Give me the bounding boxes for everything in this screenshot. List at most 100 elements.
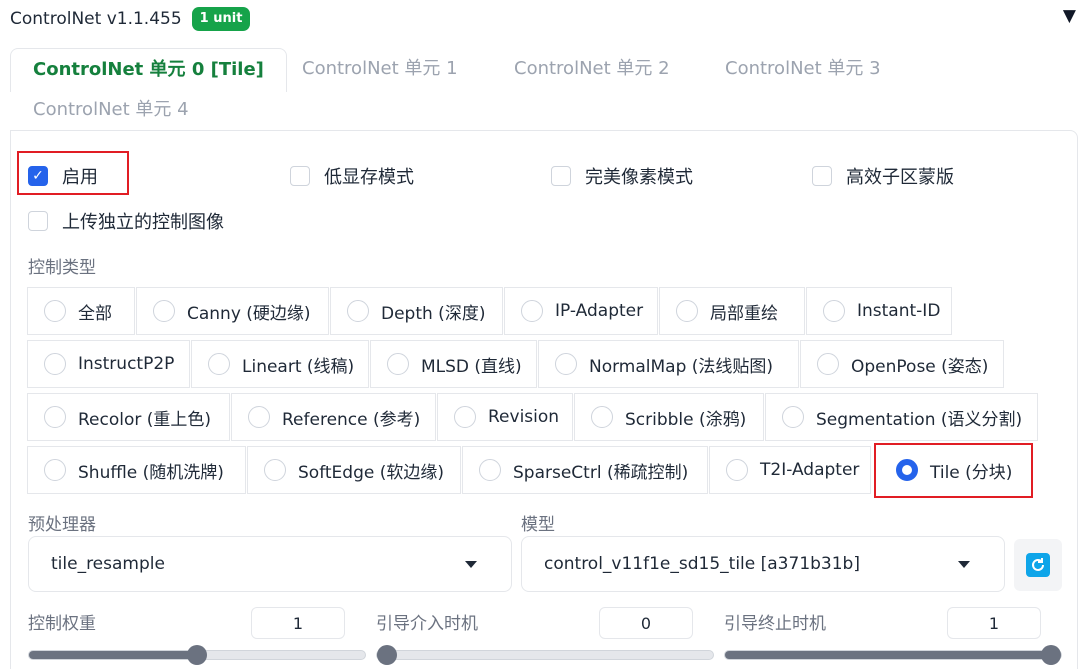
radio-circle bbox=[479, 459, 501, 481]
radio-reference[interactable]: Reference (参考) bbox=[231, 393, 436, 441]
efficient-mask-label: 高效子区蒙版 bbox=[846, 167, 954, 188]
weight-number-input[interactable]: 1 bbox=[251, 607, 345, 639]
radio-label: Lineart (线稿) bbox=[242, 356, 355, 377]
pixel-perfect-checkbox[interactable]: 完美像素模式 bbox=[551, 163, 693, 189]
refresh-models-button[interactable] bbox=[1014, 539, 1062, 591]
radio-revision[interactable]: Revision bbox=[437, 393, 573, 441]
preprocessor-label: 预处理器 bbox=[28, 515, 96, 535]
radio-ip-adapter[interactable]: IP-Adapter bbox=[504, 287, 658, 335]
radio-label: IP-Adapter bbox=[555, 301, 644, 321]
pixel-perfect-label: 完美像素模式 bbox=[585, 167, 693, 188]
radio-inpaint[interactable]: 局部重绘 bbox=[659, 287, 805, 335]
low-vram-label: 低显存模式 bbox=[324, 167, 414, 188]
start-slider[interactable] bbox=[376, 645, 714, 665]
radio-circle bbox=[248, 406, 270, 428]
slider-thumb[interactable] bbox=[187, 645, 207, 665]
radio-circle bbox=[555, 353, 577, 375]
radio-label: Reference (参考) bbox=[282, 409, 421, 430]
tab-unit-1[interactable]: ControlNet 单元 1 bbox=[302, 48, 458, 90]
radio-circle bbox=[44, 300, 66, 322]
radio-label: Segmentation (语义分割) bbox=[816, 409, 1023, 430]
radio-depth[interactable]: Depth (深度) bbox=[330, 287, 503, 335]
radio-label: NormalMap (法线贴图) bbox=[589, 356, 774, 377]
radio-recolor[interactable]: Recolor (重上色) bbox=[27, 393, 230, 441]
checkbox-box bbox=[290, 166, 310, 186]
radio-normalmap[interactable]: NormalMap (法线贴图) bbox=[538, 340, 799, 388]
slider-thumb[interactable] bbox=[377, 645, 397, 665]
radio-circle bbox=[782, 406, 804, 428]
efficient-mask-checkbox[interactable]: 高效子区蒙版 bbox=[812, 163, 954, 189]
checkbox-box bbox=[551, 166, 571, 186]
radio-sparsectrl[interactable]: SparseCtrl (稀疏控制) bbox=[462, 446, 708, 494]
radio-segmentation[interactable]: Segmentation (语义分割) bbox=[765, 393, 1038, 441]
header-title: ControlNet v1.1.455 bbox=[10, 9, 182, 29]
end-label: 引导终止时机 bbox=[724, 614, 826, 634]
start-number-input[interactable]: 0 bbox=[599, 607, 693, 639]
radio-label: Scribble (涂鸦) bbox=[625, 409, 747, 430]
radio-openpose[interactable]: OpenPose (姿态) bbox=[800, 340, 1004, 388]
radio-label: Shuffle (随机洗牌) bbox=[78, 462, 224, 483]
collapse-triangle-icon[interactable]: ▼ bbox=[1063, 6, 1076, 26]
unit-tabs: ControlNet 单元 0 [Tile] ControlNet 单元 1 C… bbox=[10, 48, 1070, 130]
radio-circle bbox=[454, 406, 476, 428]
radio-label: InstructP2P bbox=[78, 354, 175, 374]
radio-label: SoftEdge (软边缘) bbox=[298, 462, 444, 483]
tab-unit-2[interactable]: ControlNet 单元 2 bbox=[514, 48, 670, 90]
slider-thumb[interactable] bbox=[1041, 645, 1061, 665]
end-number-input[interactable]: 1 bbox=[947, 607, 1041, 639]
radio-label: 局部重绘 bbox=[710, 303, 778, 324]
radio-circle bbox=[726, 459, 748, 481]
refresh-icon bbox=[1026, 553, 1050, 577]
radio-label: Revision bbox=[488, 407, 560, 427]
chevron-down-icon bbox=[465, 561, 477, 568]
radio-circle bbox=[264, 459, 286, 481]
radio-circle bbox=[44, 406, 66, 428]
radio-circle bbox=[208, 353, 230, 375]
model-dropdown[interactable]: control_v11f1e_sd15_tile [a371b31b] bbox=[521, 536, 1005, 592]
radio-circle bbox=[44, 353, 66, 375]
radio-label: OpenPose (姿态) bbox=[851, 356, 989, 377]
checkbox-box bbox=[28, 211, 48, 231]
tab-unit-3[interactable]: ControlNet 单元 3 bbox=[725, 48, 881, 90]
radio-softedge[interactable]: SoftEdge (软边缘) bbox=[247, 446, 461, 494]
tab-unit-4[interactable]: ControlNet 单元 4 bbox=[33, 89, 189, 131]
radio-lineart[interactable]: Lineart (线稿) bbox=[191, 340, 369, 388]
radio-label: 全部 bbox=[78, 303, 112, 324]
upload-separate-checkbox[interactable]: 上传独立的控制图像 bbox=[28, 208, 224, 234]
highlight-box-tile bbox=[874, 443, 1033, 498]
radio-label: Depth (深度) bbox=[381, 303, 486, 324]
checkbox-box bbox=[812, 166, 832, 186]
radio-label: Recolor (重上色) bbox=[78, 409, 212, 430]
model-value: control_v11f1e_sd15_tile [a371b31b] bbox=[544, 554, 860, 574]
preprocessor-value: tile_resample bbox=[51, 554, 165, 574]
unit-count-badge: 1 unit bbox=[191, 7, 251, 31]
radio-circle bbox=[817, 353, 839, 375]
radio-scribble[interactable]: Scribble (涂鸦) bbox=[574, 393, 764, 441]
preprocessor-dropdown[interactable]: tile_resample bbox=[28, 536, 512, 592]
upload-separate-label: 上传独立的控制图像 bbox=[62, 212, 224, 233]
highlight-box-enable bbox=[17, 151, 129, 195]
radio-instructp2p[interactable]: InstructP2P bbox=[27, 340, 190, 388]
slider-fill bbox=[725, 651, 1051, 659]
radio-t2i-adapter[interactable]: T2I-Adapter bbox=[709, 446, 871, 494]
control-type-label: 控制类型 bbox=[28, 258, 96, 278]
model-label: 模型 bbox=[521, 515, 555, 535]
radio-all[interactable]: 全部 bbox=[27, 287, 135, 335]
radio-label: Canny (硬边缘) bbox=[187, 303, 311, 324]
radio-mlsd[interactable]: MLSD (直线) bbox=[370, 340, 537, 388]
radio-shuffle[interactable]: Shuffle (随机洗牌) bbox=[27, 446, 246, 494]
weight-slider[interactable] bbox=[28, 645, 366, 665]
controlnet-header[interactable]: ControlNet v1.1.455 1 unit bbox=[10, 6, 251, 32]
radio-circle bbox=[153, 300, 175, 322]
radio-instant-id[interactable]: Instant-ID bbox=[806, 287, 952, 335]
tab-unit-0[interactable]: ControlNet 单元 0 [Tile] bbox=[10, 48, 287, 92]
radio-label: Instant-ID bbox=[857, 301, 941, 321]
radio-circle bbox=[347, 300, 369, 322]
end-slider[interactable] bbox=[724, 645, 1062, 665]
radio-label: T2I-Adapter bbox=[760, 460, 860, 480]
radio-canny[interactable]: Canny (硬边缘) bbox=[136, 287, 329, 335]
low-vram-checkbox[interactable]: 低显存模式 bbox=[290, 163, 414, 189]
radio-circle bbox=[676, 300, 698, 322]
radio-label: SparseCtrl (稀疏控制) bbox=[513, 462, 689, 483]
radio-circle bbox=[591, 406, 613, 428]
